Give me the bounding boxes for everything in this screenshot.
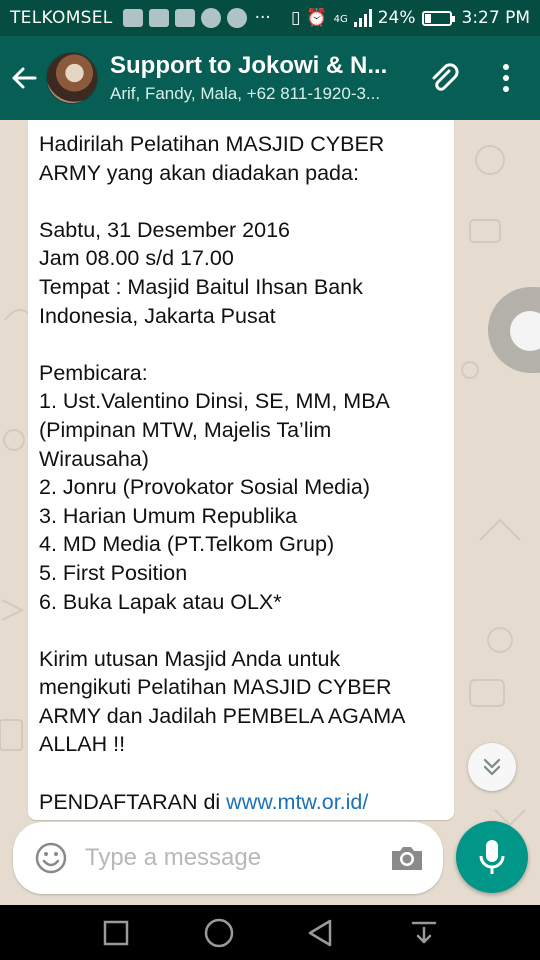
image-notification-icon (174, 9, 195, 27)
message-line: Pembicara: (39, 360, 148, 385)
battery-percent: 24% (377, 8, 416, 28)
app-notification-icon (122, 9, 143, 27)
message-line: Sabtu, 31 Desember 2016 (39, 217, 290, 242)
chevron-double-down-icon (483, 758, 501, 776)
registration-line: PENDAFTARAN di www.mtw.or.id/ (39, 788, 444, 817)
home-icon (204, 918, 233, 947)
registration-link[interactable]: www.mtw.or.id/ (226, 790, 368, 814)
network-type: 4G (333, 14, 348, 25)
back-icon (309, 919, 332, 946)
mic-icon (479, 840, 505, 874)
emoji-icon (35, 842, 67, 874)
message-line: ARMY dan Jadilah PEMBELA AGAMA (39, 703, 406, 728)
message-line: 2. Jonru (Provokator Sosial Media) (39, 475, 371, 500)
more-notifications-icon: ··· (254, 8, 271, 28)
battery-icon (421, 10, 455, 26)
message-line: Tempat : Masjid Baitul Ihsan Bank (39, 274, 363, 299)
message-line: Jam 08.00 s/d 17.00 (39, 246, 234, 271)
message-line: Kirim utusan Masjid Anda untuk (39, 646, 341, 671)
vibrate-icon: ▯ (291, 8, 301, 28)
status-bar: TELKOMSEL ··· ▯ ⏰ 4G 24% 3:27 PM (0, 0, 540, 36)
emoji-button[interactable] (31, 838, 71, 878)
message-line: ALLAH !! (39, 732, 126, 757)
message-line: 5. First Position (39, 560, 188, 585)
message-line: 3. Harian Umum Republika (39, 503, 298, 528)
group-avatar[interactable] (46, 52, 98, 104)
carrier-name: TELKOMSEL (10, 8, 113, 28)
chat-subtitle: Arif, Fandy, Mala, +62 811-1920-3... (110, 84, 381, 103)
message-line: (Pimpinan MTW, Majelis Ta’lim (39, 417, 332, 442)
alarm-icon: ⏰ (306, 8, 328, 28)
recent-apps-icon (104, 920, 129, 945)
chat-title: Support to Jokowi & N... (110, 52, 388, 79)
message-input[interactable] (85, 844, 365, 872)
clock: 3:27 PM (461, 8, 531, 28)
voice-message-button[interactable] (456, 821, 528, 893)
nav-back-button[interactable] (296, 908, 346, 958)
phone-notification-icon (200, 8, 221, 28)
recent-apps-button[interactable] (91, 908, 141, 958)
app-notification-icon (226, 8, 247, 28)
message-line: Hadirilah Pelatihan MASJID CYBER (39, 132, 385, 156)
message-line: mengikuti Pelatihan MASJID CYBER (39, 675, 392, 700)
paperclip-icon (432, 63, 459, 91)
chat-area[interactable]: Hadirilah Pelatihan MASJID CYBER ARMY yan… (0, 120, 540, 905)
more-options-button[interactable] (486, 54, 526, 102)
message-line: 6. Buka Lapak atau OLX* (39, 589, 282, 614)
message-bubble[interactable]: Hadirilah Pelatihan MASJID CYBER ARMY yan… (28, 120, 454, 820)
camera-button[interactable] (387, 838, 427, 878)
chat-title-block[interactable]: Support to Jokowi & N... Arif, Fandy, Ma… (110, 52, 415, 104)
message-line: 1. Ust.Valentino Dinsi, SE, MM, MBA (39, 389, 390, 414)
message-line: Wirausaha) (39, 446, 149, 471)
message-composer (13, 822, 443, 894)
message-line: Indonesia, Jakarta Pusat (39, 303, 276, 328)
notifications-icon (411, 921, 436, 943)
notification-icons: ··· (122, 8, 271, 28)
scroll-to-bottom-button[interactable] (468, 743, 516, 791)
attach-button[interactable] (420, 54, 468, 102)
home-button[interactable] (194, 908, 244, 958)
message-text: Hadirilah Pelatihan MASJID CYBER ARMY yan… (39, 130, 444, 788)
back-arrow-icon[interactable] (2, 36, 46, 120)
app-notification-icon (148, 9, 169, 27)
notifications-button[interactable] (399, 908, 449, 958)
registration-label: PENDAFTARAN di (39, 789, 227, 814)
message-line: 4. MD Media (PT.Telkom Grup) (39, 532, 335, 557)
system-nav-bar (0, 905, 540, 960)
signal-icon (353, 9, 372, 27)
chat-header: Support to Jokowi & N... Arif, Fandy, Ma… (0, 36, 540, 120)
message-line: ARMY yang akan diadakan pada: (39, 160, 359, 185)
camera-icon (392, 847, 422, 870)
